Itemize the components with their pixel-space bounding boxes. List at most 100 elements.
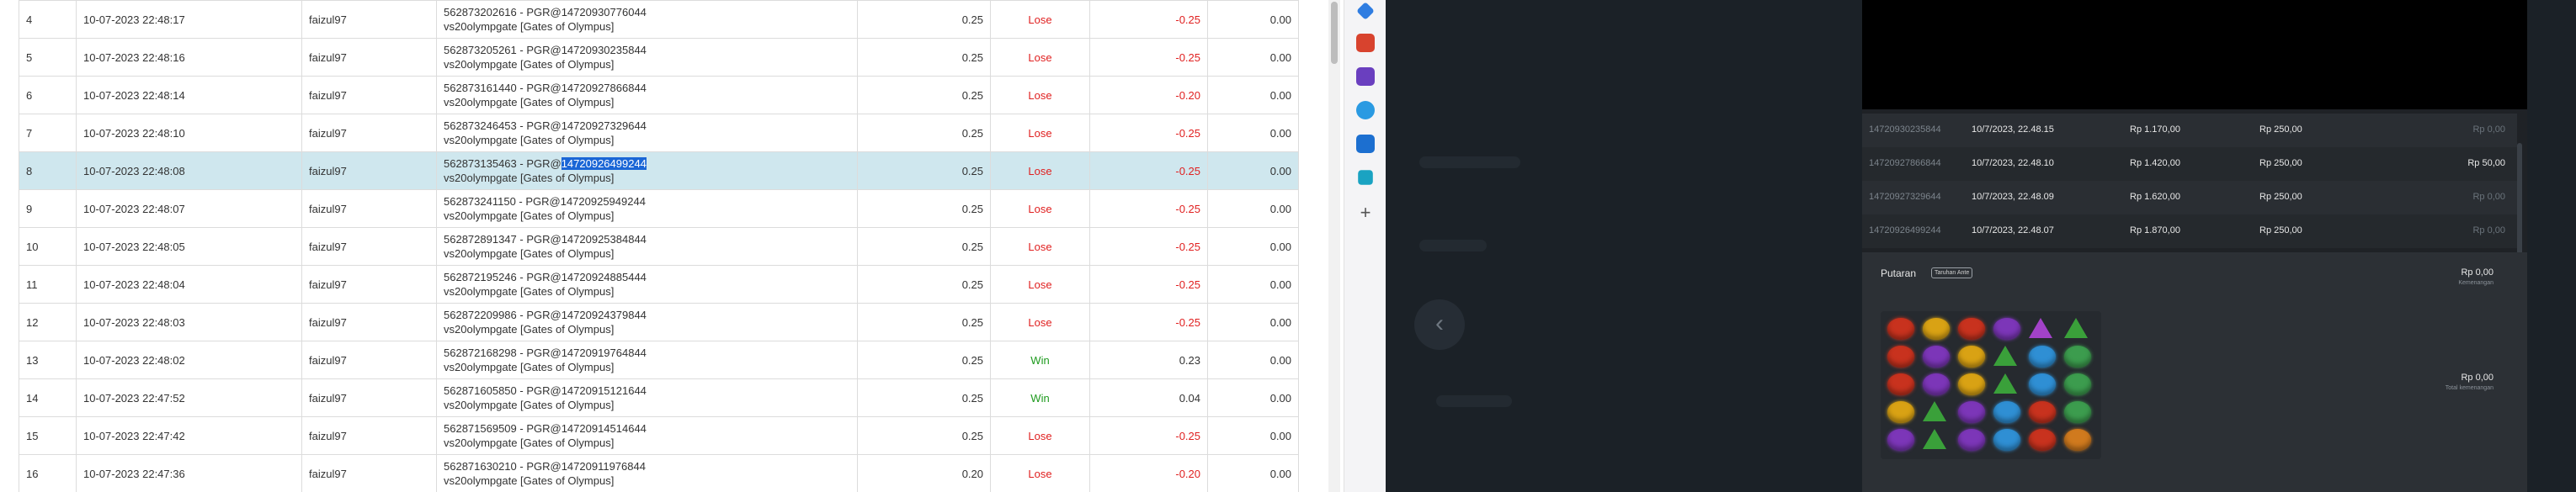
round-hash[interactable]: 14720927866844 (562, 82, 647, 94)
game-name: vs20olympgate [Gates of Olympus] (444, 247, 615, 260)
table-row[interactable]: 5 10-07-2023 22:48:16 faizul97 562873205261… (19, 38, 1299, 77)
row-bet: 0.25 (857, 151, 991, 190)
table-row[interactable]: 16 10-07-2023 22:47:36 faizul97 56287163021… (19, 454, 1299, 492)
row-balance: 0.00 (1207, 454, 1299, 492)
history-row[interactable]: 14720926499244 10/7/2023, 22.48.07 Rp 1.87… (1862, 214, 2517, 248)
green-triangle-icon (1923, 401, 1946, 421)
outlook-icon[interactable] (1356, 135, 1375, 153)
game-name: vs20olympgate [Gates of Olympus] (444, 96, 615, 108)
game-name: vs20olympgate [Gates of Olympus] (444, 134, 615, 146)
row-winlose: -0.20 (1089, 454, 1208, 492)
row-datetime: 10-07-2023 22:48:10 (76, 114, 302, 152)
circle-app-icon[interactable] (1356, 101, 1375, 119)
game-name: vs20olympgate [Gates of Olympus] (444, 20, 615, 33)
transaction-id: 562873205261 - PGR@ (444, 44, 562, 56)
user-chess-icon[interactable] (1356, 67, 1375, 86)
row-username: faizul97 (301, 114, 437, 152)
green-triangle-icon (1923, 429, 1946, 449)
round-hash[interactable]: 14720927329644 (562, 119, 647, 132)
row-number: 15 (19, 416, 77, 455)
history-row[interactable]: 14720927866844 10/7/2023, 22.48.10 Rp 1.42… (1862, 147, 2517, 181)
red-gem-icon (1887, 318, 1914, 340)
table-row[interactable]: 11 10-07-2023 22:48:04 faizul97 56287219524… (19, 265, 1299, 304)
table-row[interactable]: 9 10-07-2023 22:48:07 faizul97 562873241150… (19, 189, 1299, 228)
row-balance: 0.00 (1207, 227, 1299, 266)
table-row[interactable]: 7 10-07-2023 22:48:10 faizul97 562873246453… (19, 114, 1299, 152)
round-time: 10/7/2023, 22.48.09 (1972, 192, 2054, 202)
round-hash[interactable]: 14720930776044 (562, 6, 647, 19)
back-button[interactable]: ‹ (1414, 299, 1465, 350)
crown-gem-icon (2064, 429, 2091, 451)
row-username: faizul97 (301, 341, 437, 379)
row-username: faizul97 (301, 76, 437, 114)
row-bet: 0.25 (857, 0, 991, 39)
row-result: Win (990, 341, 1090, 379)
round-hash[interactable]: 14720915121644 (562, 384, 647, 397)
row-winlose: -0.25 (1089, 114, 1208, 152)
table-row[interactable]: 14 10-07-2023 22:47:52 faizul97 56287160585… (19, 378, 1299, 417)
table-row[interactable]: 12 10-07-2023 22:48:03 faizul97 56287220998… (19, 303, 1299, 341)
game-name: vs20olympgate [Gates of Olympus] (444, 285, 615, 298)
round-history-panel: 14720930235844 10/7/2023, 22.48.15 Rp 1.17… (1862, 0, 2527, 492)
row-winlose: -0.25 (1089, 189, 1208, 228)
red-gem-icon (1887, 346, 1914, 368)
game-name: vs20olympgate [Gates of Olympus] (444, 58, 615, 71)
briefcase-icon[interactable] (1356, 34, 1375, 52)
row-balance: 0.00 (1207, 378, 1299, 417)
scrollbar-thumb[interactable] (1331, 2, 1338, 64)
transaction-id: 562872209986 - PGR@ (444, 309, 562, 321)
tag-icon[interactable] (1356, 2, 1375, 20)
red-gem-icon (1958, 318, 1985, 340)
row-transaction: 562873205261 - PGR@14720930235844 vs20oly… (436, 38, 858, 77)
transaction-id: 562871569509 - PGR@ (444, 422, 562, 435)
add-icon[interactable]: + (1356, 204, 1375, 222)
round-balance: Rp 1.170,00 (2130, 124, 2180, 135)
transaction-id: 562873135463 - PGR@ (444, 157, 562, 170)
row-bet: 0.25 (857, 416, 991, 455)
table-row[interactable]: 6 10-07-2023 22:48:14 faizul97 562873161440… (19, 76, 1299, 114)
row-username: faizul97 (301, 0, 437, 39)
round-hash[interactable]: 14720925384844 (562, 233, 647, 246)
history-row[interactable]: 14720930235844 10/7/2023, 22.48.15 Rp 1.17… (1862, 114, 2517, 147)
row-balance: 0.00 (1207, 151, 1299, 190)
table-row[interactable]: 8 10-07-2023 22:48:08 faizul97 562873135463… (19, 151, 1299, 190)
round-hash[interactable]: 14720924885444 (562, 271, 647, 283)
round-hash[interactable]: 14720925949244 (561, 195, 646, 208)
row-balance: 0.00 (1207, 114, 1299, 152)
round-id: 14720927329644 (1869, 192, 1941, 202)
history-row[interactable]: 14720927329644 10/7/2023, 22.48.09 Rp 1.62… (1862, 181, 2517, 214)
table-row[interactable]: 10 10-07-2023 22:48:05 faizul97 56287289134… (19, 227, 1299, 266)
table-scrollbar[interactable] (1328, 0, 1340, 492)
row-winlose: -0.25 (1089, 303, 1208, 341)
purple-gem-icon (1923, 346, 1950, 368)
table-row[interactable]: 13 10-07-2023 22:48:02 faizul97 56287216829… (19, 341, 1299, 379)
row-balance: 0.00 (1207, 416, 1299, 455)
green-gem-icon (2064, 373, 2091, 395)
row-datetime: 10-07-2023 22:48:08 (76, 151, 302, 190)
row-number: 11 (19, 265, 77, 304)
row-winlose: 0.23 (1089, 341, 1208, 379)
round-hash[interactable]: 14720914514644 (562, 422, 647, 435)
table-row[interactable]: 15 10-07-2023 22:47:42 faizul97 56287156950… (19, 416, 1299, 455)
row-winlose: -0.20 (1089, 76, 1208, 114)
round-hash[interactable]: 14720919764844 (562, 347, 647, 359)
transaction-id: 562873202616 - PGR@ (444, 6, 562, 19)
round-hash[interactable]: 14720911976844 (562, 460, 646, 473)
row-username: faizul97 (301, 265, 437, 304)
round-hash[interactable]: 14720924379844 (562, 309, 647, 321)
row-username: faizul97 (301, 416, 437, 455)
row-winlose: -0.25 (1089, 151, 1208, 190)
round-id: 14720926499244 (1869, 225, 1941, 235)
row-username: faizul97 (301, 227, 437, 266)
row-winlose: 0.04 (1089, 378, 1208, 417)
shopping-cart-icon[interactable] (1358, 170, 1373, 185)
yellow-gem-icon (1923, 318, 1950, 340)
row-datetime: 10-07-2023 22:48:03 (76, 303, 302, 341)
game-name: vs20olympgate [Gates of Olympus] (444, 172, 615, 184)
round-bet: Rp 250,00 (2259, 225, 2302, 235)
round-hash[interactable]: 14720930235844 (562, 44, 647, 56)
round-win: Rp 50,00 (2467, 158, 2505, 168)
purple-gem-icon (1923, 373, 1950, 395)
round-hash[interactable]: 14720926499244 (561, 157, 647, 170)
table-row[interactable]: 4 10-07-2023 22:48:17 faizul97 562873202616… (19, 0, 1299, 39)
